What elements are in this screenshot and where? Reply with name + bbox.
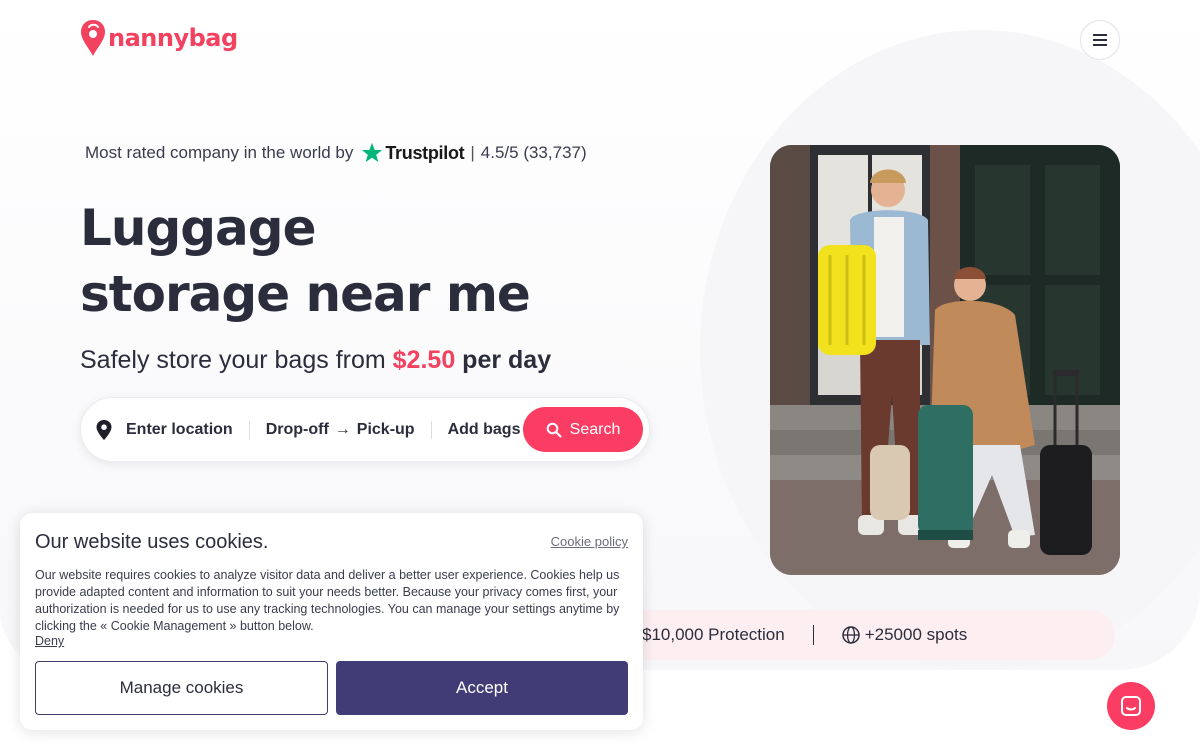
page: nannybag Most rated company in the world…	[0, 0, 1200, 750]
globe-icon	[841, 626, 860, 644]
chat-button[interactable]	[1107, 682, 1155, 730]
price-value: $2.50	[392, 346, 456, 374]
search-button-label: Search	[569, 420, 621, 438]
subline-prefix: Safely store your bags from	[80, 346, 386, 374]
price-subline: Safely store your bags from $2.50 per da…	[80, 346, 551, 375]
chat-icon	[1121, 696, 1141, 716]
spots-feature: +25000 spots	[864, 625, 968, 644]
search-button[interactable]: Search	[523, 407, 643, 452]
cookie-policy-link[interactable]: Cookie policy	[551, 534, 628, 549]
trustpilot-star-icon	[362, 142, 383, 162]
location-input[interactable]: Enter location	[126, 421, 233, 439]
search-bar: Enter location Drop-off → Pick-up Add bags…	[80, 397, 650, 462]
hero-photo-illustration	[770, 145, 1120, 575]
cookie-body-text: Our website requires cookies to analyze …	[35, 568, 620, 633]
trustpilot-name: Trustpilot	[385, 142, 465, 163]
deny-link[interactable]: Deny	[35, 634, 64, 648]
trust-separator: |	[470, 143, 475, 162]
brand-name: nannybag	[108, 24, 238, 52]
arrow-right-icon: →	[334, 420, 351, 438]
cookie-consent-dialog: Our website uses cookies. Cookie policy …	[20, 513, 643, 730]
price-unit: per day	[462, 346, 552, 374]
brand-logo[interactable]: nannybag	[80, 18, 238, 58]
trust-rating: 4.5/5 (33,737)	[480, 143, 587, 162]
search-icon	[546, 422, 562, 437]
location-pin-icon	[96, 419, 112, 440]
headline-line-2: storage near me	[80, 265, 531, 323]
nannybag-logo-icon	[81, 20, 105, 56]
hero-photo	[770, 145, 1120, 575]
protection-feature: $10,000 Protection	[642, 625, 785, 644]
trust-line: Most rated company in the world by Trust…	[85, 142, 587, 164]
pickup-label: Pick-up	[356, 420, 415, 438]
menu-button[interactable]	[1080, 20, 1120, 60]
accept-cookies-button[interactable]: Accept	[336, 661, 628, 715]
headline-line-1: Luggage	[80, 199, 316, 257]
add-bags-selector[interactable]: Add bags	[448, 421, 521, 439]
trust-prefix: Most rated company in the world by	[85, 143, 354, 162]
feature-divider	[812, 625, 814, 645]
features-strip: $10,000 Protection +25000 spots	[580, 610, 1115, 660]
date-range-picker[interactable]: Drop-off → Pick-up	[266, 421, 415, 439]
search-divider	[430, 420, 432, 439]
cookie-title: Our website uses cookies.	[35, 531, 269, 553]
dropoff-label: Drop-off	[265, 420, 329, 438]
hamburger-icon	[1093, 39, 1107, 41]
manage-cookies-button[interactable]: Manage cookies	[35, 661, 328, 715]
search-divider	[248, 420, 250, 439]
page-title: Luggage storage near me	[80, 195, 600, 327]
